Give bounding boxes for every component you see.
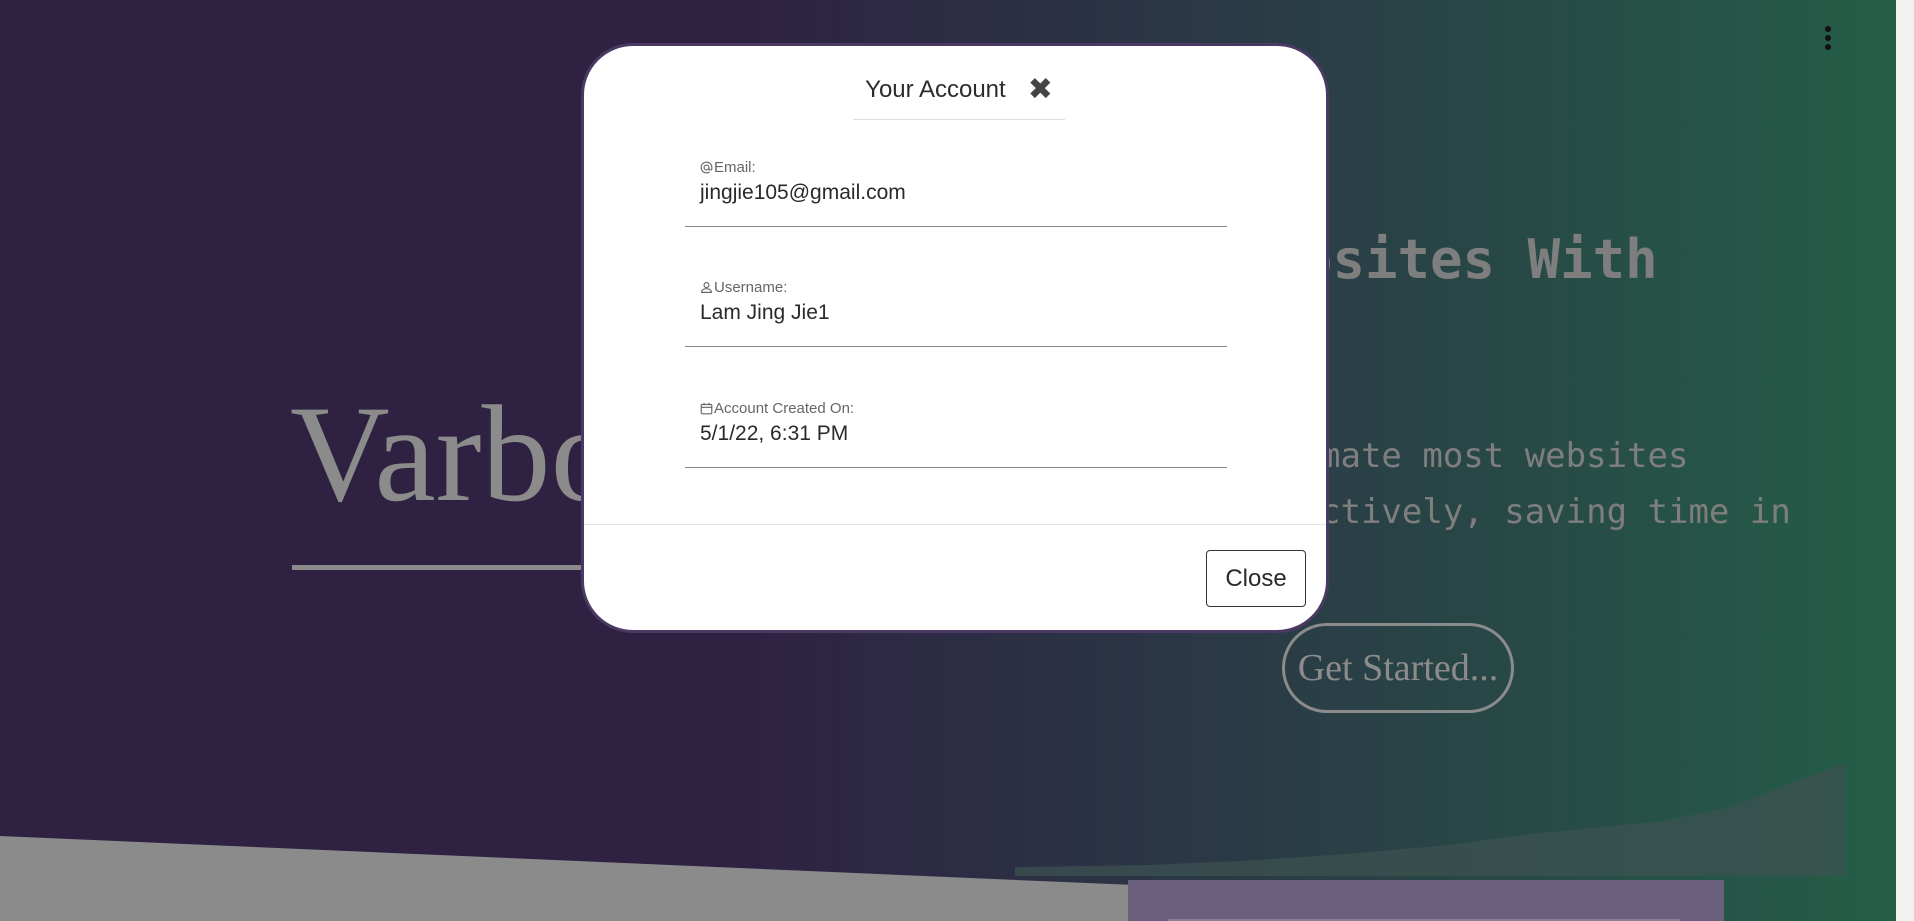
- menu-dot: [1825, 35, 1831, 41]
- account-created-label-text: Account Created On:: [714, 400, 855, 417]
- username-label-text: Username:: [714, 279, 788, 296]
- more-vertical-icon[interactable]: [1818, 22, 1838, 54]
- bottom-panel: [1128, 880, 1724, 921]
- user-icon: [700, 281, 713, 294]
- menu-dot: [1825, 26, 1831, 32]
- scrollbar[interactable]: [1896, 0, 1914, 921]
- username-label: Username:: [700, 279, 787, 296]
- modal-footer-divider: [584, 524, 1326, 525]
- hero-description: mate most websites ctively, saving time …: [1320, 436, 1791, 532]
- close-icon[interactable]: ✖: [1028, 74, 1053, 105]
- email-value: jingjie105@gmail.com: [700, 181, 906, 204]
- email-label: Email:: [700, 159, 756, 176]
- account-created-field: Account Created On: 5/1/22, 6:31 PM: [685, 400, 1227, 468]
- email-label-text: Email:: [714, 159, 756, 176]
- get-started-button[interactable]: Get Started...: [1282, 623, 1514, 713]
- brand-title: Varbo: [290, 377, 620, 530]
- hero-headline: osites With: [1300, 228, 1658, 291]
- email-field: Email: jingjie105@gmail.com: [685, 159, 1227, 227]
- at-sign-icon: [700, 161, 713, 174]
- close-button[interactable]: Close: [1206, 550, 1306, 607]
- modal-title: Your Account: [865, 75, 1006, 103]
- username-value: Lam Jing Jie1: [700, 301, 830, 324]
- modal-header: Your Account ✖: [853, 60, 1065, 120]
- account-created-value: 5/1/22, 6:31 PM: [700, 422, 849, 445]
- username-field: Username: Lam Jing Jie1: [685, 279, 1227, 347]
- account-created-label: Account Created On:: [700, 400, 854, 417]
- account-modal: Your Account ✖ Email: jingjie105@gmail.c…: [581, 43, 1329, 633]
- menu-dot: [1825, 44, 1831, 50]
- calendar-icon: [700, 402, 713, 415]
- brand-underline: [292, 565, 592, 570]
